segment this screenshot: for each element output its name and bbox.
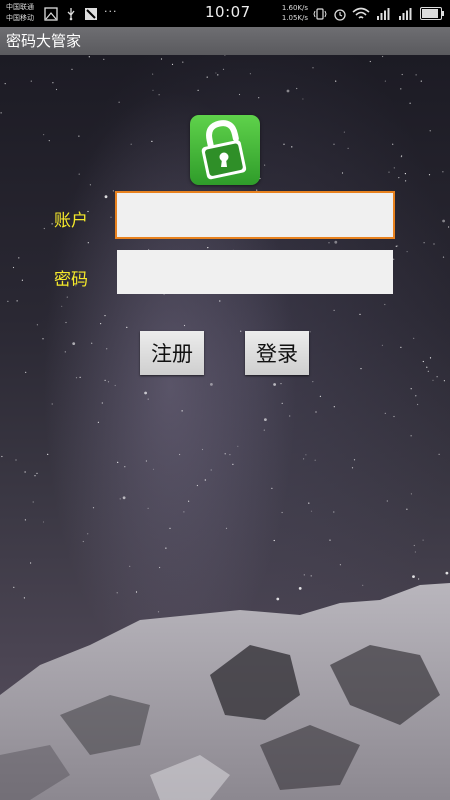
password-input[interactable]	[117, 250, 393, 294]
image-icon	[44, 7, 58, 21]
signal-icon-2	[398, 7, 412, 21]
speed-down: 1.05K/s	[281, 14, 308, 22]
usb-icon	[64, 7, 78, 21]
lock-icon	[190, 115, 260, 185]
login-button[interactable]: 登录	[245, 331, 309, 375]
signal-icon	[376, 7, 390, 21]
carrier-1: 中国联通	[6, 3, 34, 11]
account-input[interactable]	[117, 193, 393, 237]
battery-icon	[420, 7, 442, 20]
account-label: 账户	[54, 211, 88, 231]
clock: 10:07	[205, 3, 251, 21]
more-dots-icon: ···	[104, 5, 118, 18]
app-title-bar: 密码大管家	[0, 27, 450, 55]
battery-level	[422, 9, 438, 18]
flag-icon	[84, 7, 98, 21]
network-speed: 1.60K/s 1.05K/s	[275, 3, 308, 23]
vibrate-icon	[313, 7, 327, 21]
register-button[interactable]: 注册	[140, 331, 204, 375]
carrier-names: 中国联通 中国移动	[6, 2, 46, 24]
app-title: 密码大管家	[6, 32, 82, 50]
password-label: 密码	[54, 270, 88, 290]
carrier-2: 中国移动	[6, 14, 34, 22]
battery-tip	[442, 11, 444, 16]
wifi-icon	[352, 7, 370, 21]
speed-up: 1.60K/s	[281, 4, 308, 12]
alarm-icon	[333, 7, 347, 21]
status-bar: 中国联通 中国移动 ··· 10:07 1.60K/s 1.05K/s	[0, 0, 450, 27]
